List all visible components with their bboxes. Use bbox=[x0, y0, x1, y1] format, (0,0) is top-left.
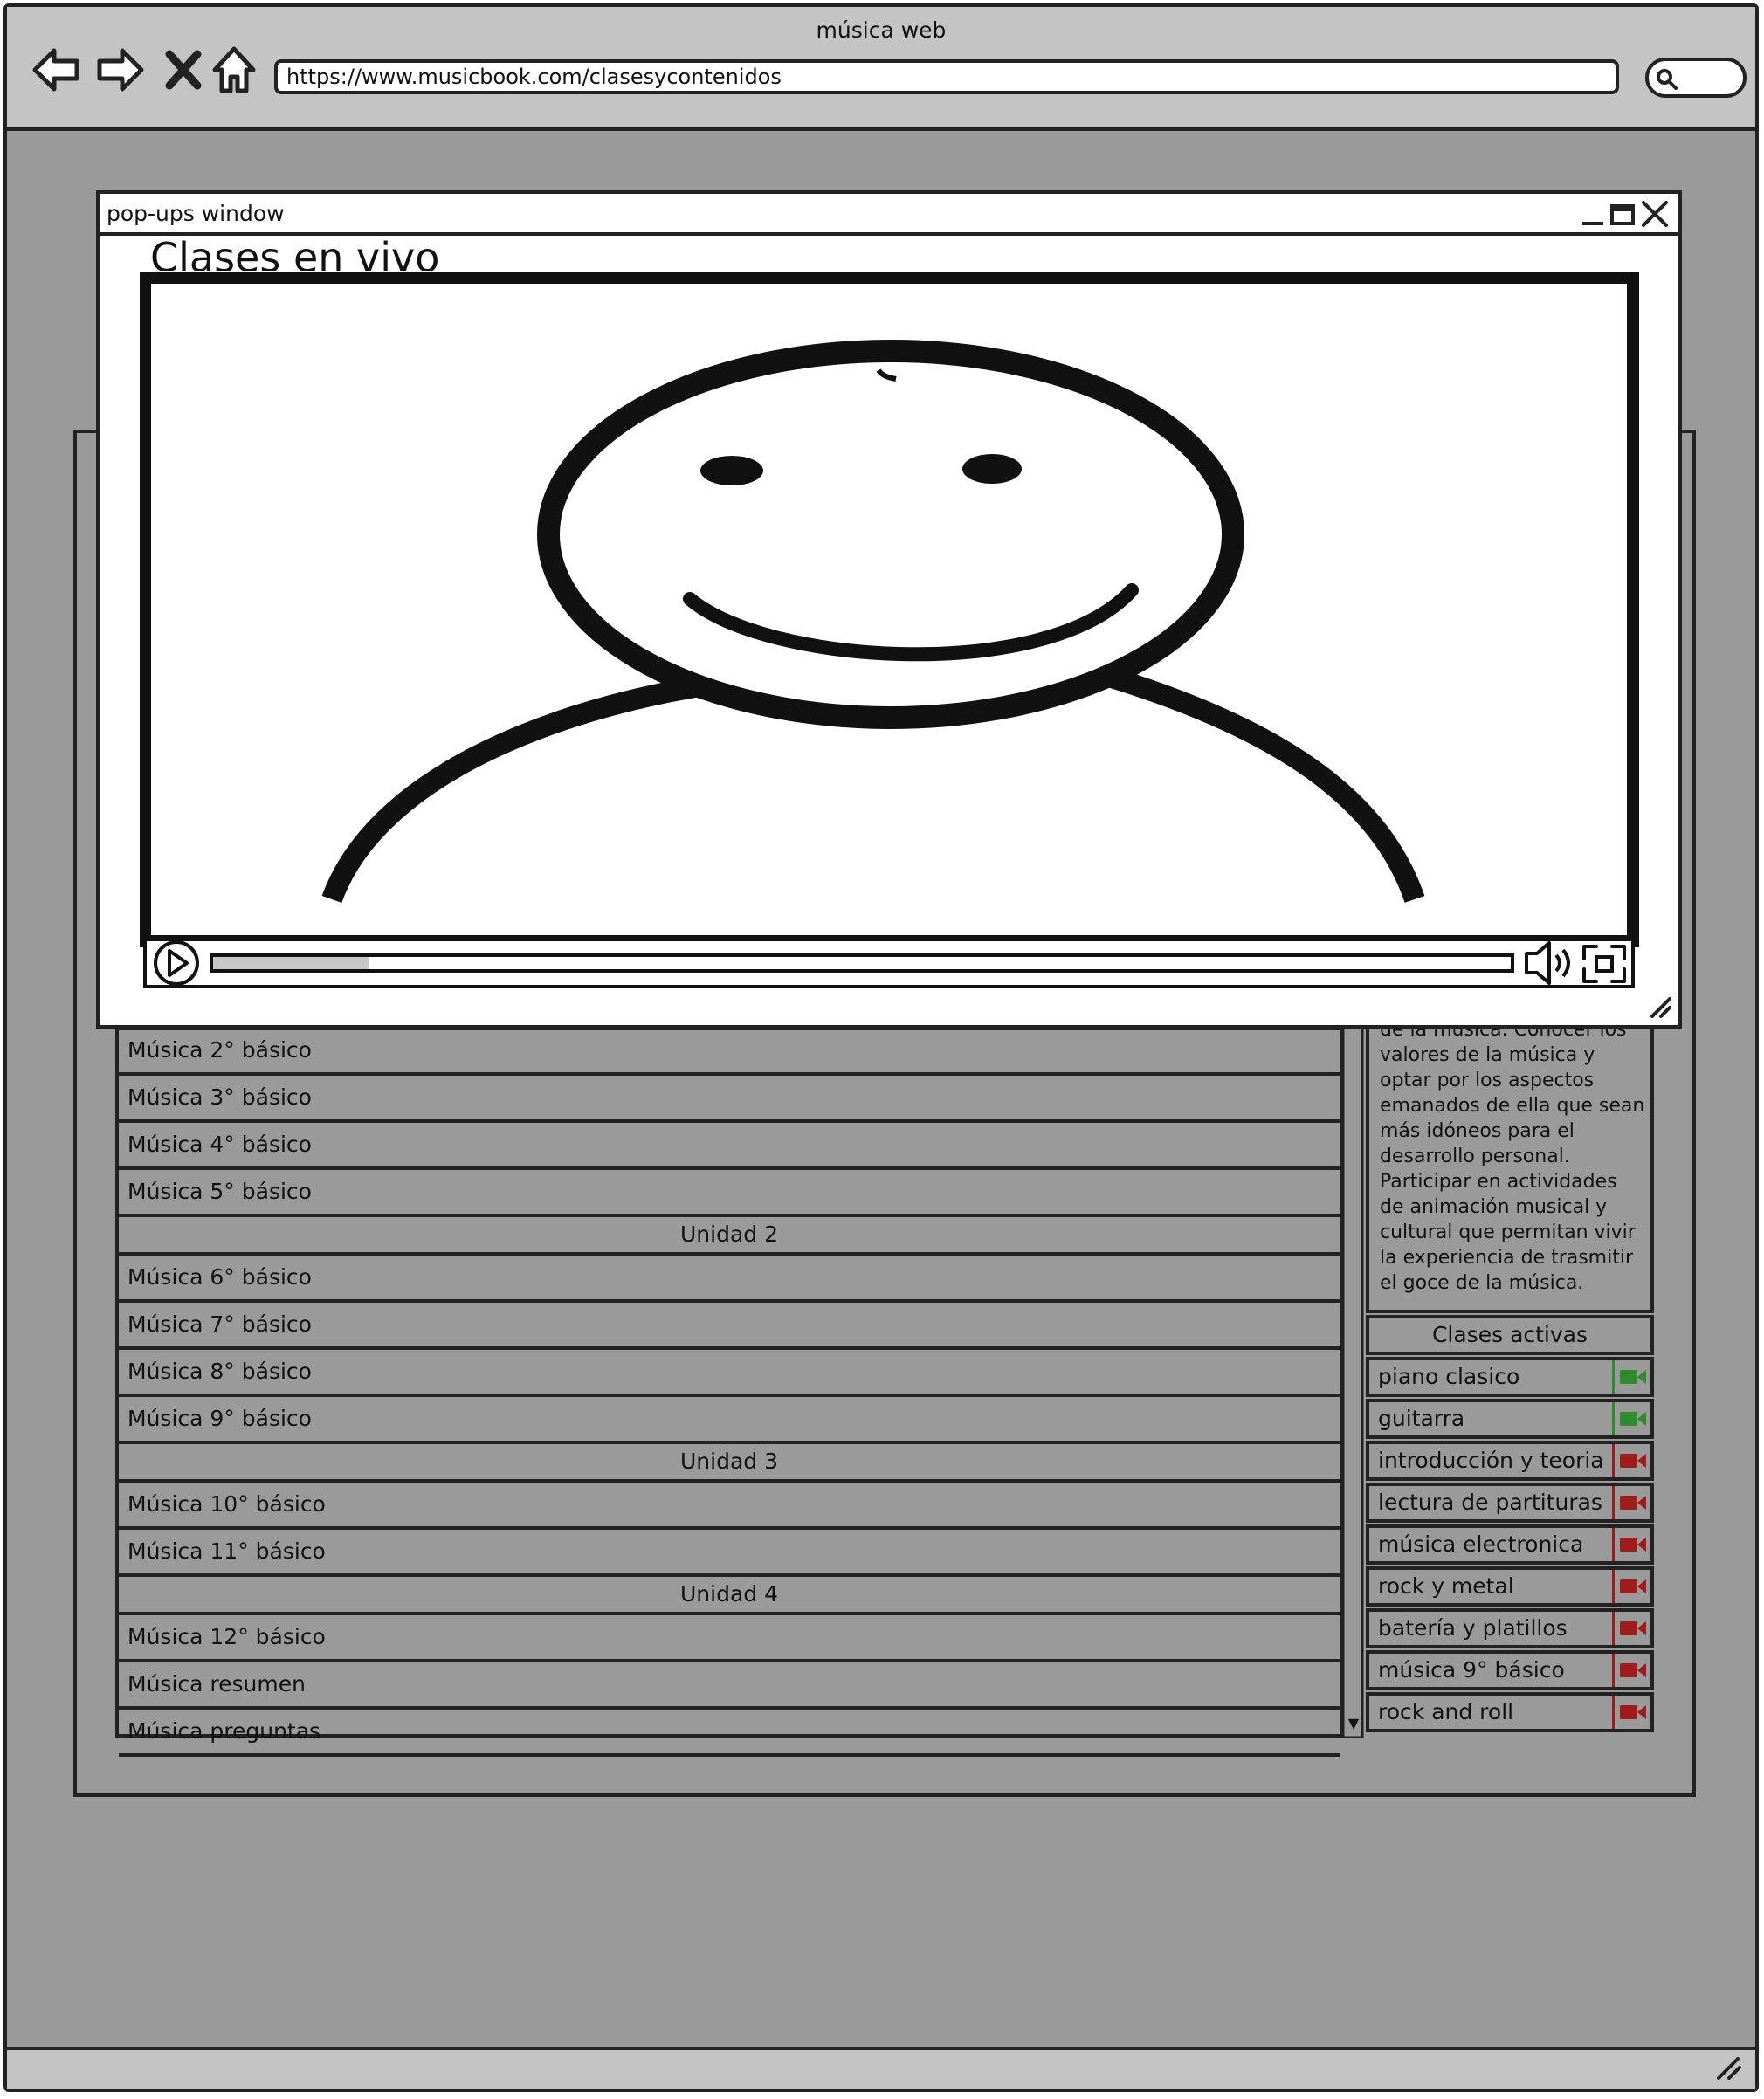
active-class-label: lectura de partituras bbox=[1378, 1490, 1602, 1515]
active-class-label: piano clasico bbox=[1378, 1364, 1520, 1389]
list-item[interactable]: Música 5° básico bbox=[119, 1170, 1340, 1217]
unit-header: Unidad 3 bbox=[119, 1444, 1340, 1483]
active-class-label: guitarra bbox=[1378, 1406, 1465, 1431]
list-item[interactable]: Música 4° básico bbox=[119, 1123, 1340, 1170]
list-item[interactable]: Música 3° básico bbox=[119, 1076, 1340, 1123]
active-class-item[interactable]: batería y platillos bbox=[1366, 1608, 1654, 1648]
list-item[interactable]: Música preguntas bbox=[119, 1710, 1340, 1757]
video-camera-icon[interactable] bbox=[1612, 1654, 1650, 1687]
home-icon[interactable] bbox=[208, 44, 260, 96]
active-class-label: batería y platillos bbox=[1378, 1615, 1568, 1641]
forward-arrow-icon[interactable] bbox=[94, 44, 147, 96]
active-class-label: rock and roll bbox=[1378, 1699, 1514, 1724]
popup-titlebar: pop-ups window bbox=[100, 194, 1678, 236]
active-class-item[interactable]: rock y metal bbox=[1366, 1566, 1654, 1607]
active-class-item[interactable]: piano clasico bbox=[1366, 1357, 1654, 1397]
list-item[interactable]: Música 2° básico bbox=[119, 1029, 1340, 1076]
active-classes-header: Clases activas bbox=[1366, 1315, 1654, 1355]
status-bar bbox=[7, 2047, 1755, 2089]
units-list[interactable]: Música 2° básico Música 3° básico Música 4… bbox=[115, 1027, 1343, 1757]
video-camera-icon[interactable] bbox=[1612, 1696, 1650, 1729]
list-item[interactable]: Música resumen bbox=[119, 1662, 1340, 1710]
play-icon[interactable] bbox=[154, 940, 199, 986]
list-item[interactable]: Música 7° básico bbox=[119, 1303, 1340, 1350]
back-arrow-icon[interactable] bbox=[30, 44, 82, 96]
popup-heading: Clases en vivo bbox=[150, 234, 440, 271]
address-bar[interactable]: https://www.musicbook.com/clasesyconteni… bbox=[274, 59, 1619, 94]
list-item[interactable]: Música 8° básico bbox=[119, 1350, 1340, 1397]
minimize-icon[interactable] bbox=[1579, 199, 1609, 229]
progress-track[interactable] bbox=[210, 953, 1514, 973]
window-title: música web bbox=[816, 17, 947, 43]
list-item[interactable]: Música 9° básico bbox=[119, 1397, 1340, 1444]
browser-toolbar: música web https://www.musicbook.com/cla… bbox=[7, 7, 1755, 131]
video-camera-icon[interactable] bbox=[1612, 1570, 1650, 1603]
active-class-item[interactable]: música electronica bbox=[1366, 1524, 1654, 1565]
video-camera-icon[interactable] bbox=[1612, 1444, 1650, 1477]
active-class-item[interactable]: guitarra bbox=[1366, 1399, 1654, 1439]
list-item[interactable]: Música 12° básico bbox=[119, 1615, 1340, 1662]
list-item[interactable]: Música 11° básico bbox=[119, 1530, 1340, 1577]
popup-title: pop-ups window bbox=[107, 201, 285, 226]
active-class-label: rock y metal bbox=[1378, 1573, 1514, 1599]
active-class-item[interactable]: introducción y teoria bbox=[1366, 1441, 1654, 1481]
active-class-label: música 9° básico bbox=[1378, 1657, 1565, 1683]
unit-header: Unidad 4 bbox=[119, 1577, 1340, 1615]
video-camera-icon[interactable] bbox=[1612, 1528, 1650, 1561]
active-class-item[interactable]: rock and roll bbox=[1366, 1692, 1654, 1732]
course-description: de la música. Conocer los valores de la … bbox=[1366, 1027, 1654, 1313]
unit-header: Unidad 2 bbox=[119, 1217, 1340, 1256]
resize-grip-icon[interactable] bbox=[1713, 2055, 1743, 2082]
active-class-item[interactable]: lectura de partituras bbox=[1366, 1483, 1654, 1523]
description-text: de la música. Conocer los valores de la … bbox=[1380, 1027, 1645, 1294]
close-icon[interactable] bbox=[1640, 199, 1670, 229]
progress-fill bbox=[213, 957, 369, 969]
video-camera-icon[interactable] bbox=[1612, 1402, 1650, 1435]
list-scrollbar[interactable] bbox=[1341, 1027, 1364, 1738]
active-class-label: introducción y teoria bbox=[1378, 1448, 1604, 1473]
list-item[interactable]: Música 10° básico bbox=[119, 1483, 1340, 1530]
video-camera-icon[interactable] bbox=[1612, 1486, 1650, 1519]
scroll-down-arrow-icon[interactable]: ▼ bbox=[1345, 1715, 1362, 1732]
popup-window: pop-ups window Clases en vivo bbox=[96, 190, 1682, 1029]
list-item[interactable]: Música 6° básico bbox=[119, 1256, 1340, 1303]
video-camera-icon[interactable] bbox=[1612, 1612, 1650, 1645]
stop-x-icon[interactable] bbox=[157, 44, 210, 96]
popup-resize-grip-icon[interactable] bbox=[1649, 995, 1673, 1020]
maximize-icon[interactable] bbox=[1609, 199, 1638, 229]
search-icon bbox=[1657, 69, 1678, 90]
active-class-label: música electronica bbox=[1378, 1531, 1584, 1557]
active-class-item[interactable]: música 9° básico bbox=[1366, 1650, 1654, 1690]
search-box[interactable] bbox=[1645, 58, 1747, 98]
video-player[interactable] bbox=[140, 272, 1640, 988]
video-camera-icon[interactable] bbox=[1612, 1360, 1650, 1394]
